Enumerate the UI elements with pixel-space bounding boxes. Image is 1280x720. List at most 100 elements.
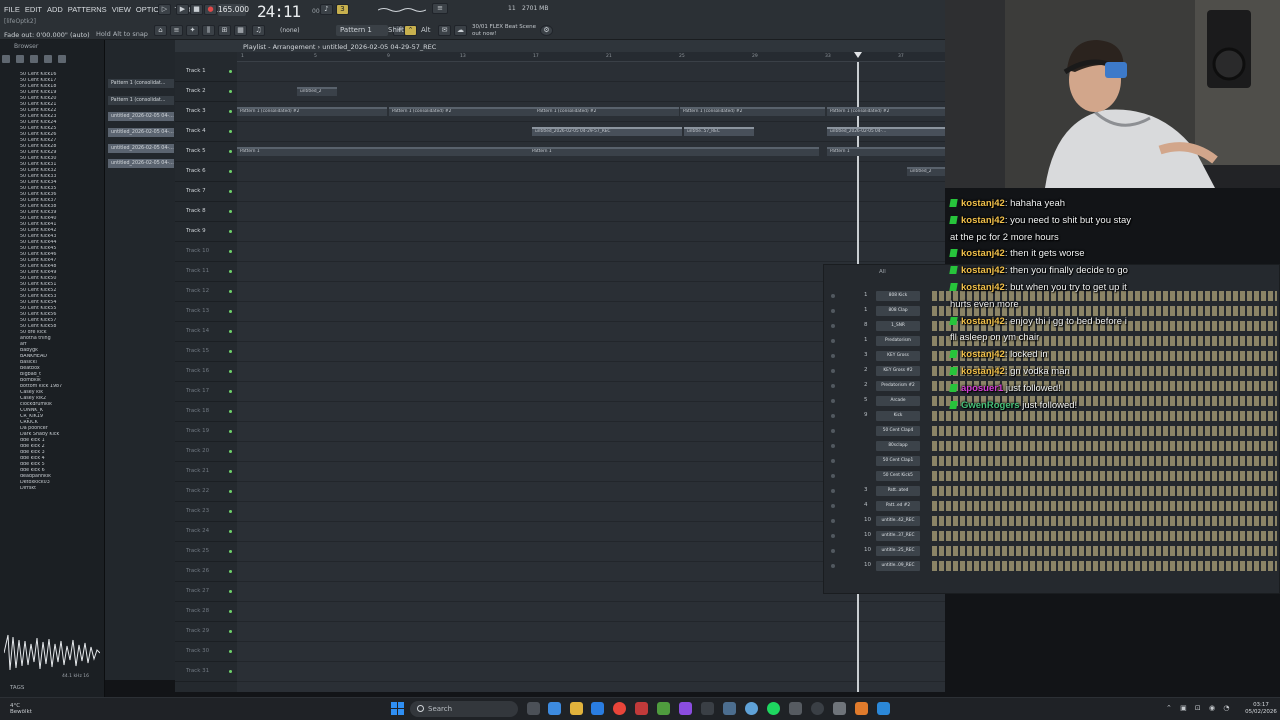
track-mute-led-icon[interactable] [229, 90, 232, 93]
track-header[interactable]: Track 4 [175, 122, 237, 142]
channel-led-icon[interactable] [831, 504, 835, 508]
track-lane[interactable] [237, 62, 945, 82]
menu-patterns[interactable]: PATTERNS [68, 5, 107, 14]
track-mute-led-icon[interactable] [229, 570, 232, 573]
track-mute-led-icon[interactable] [229, 170, 232, 173]
channel-name-button[interactable]: Predatorism #2 [876, 381, 920, 391]
playlist-clip[interactable]: Pattern 1 (consolidated) #2 [680, 107, 825, 116]
file-explorer-icon[interactable] [570, 702, 583, 715]
channel-mixer-track[interactable]: 2 [864, 382, 868, 388]
channel-mixer-track[interactable]: 4 [864, 502, 868, 508]
channel-led-icon[interactable] [831, 534, 835, 538]
playlist-clip[interactable]: Pattern 1 (consolidated) #2 [389, 107, 534, 116]
taskbar-clock[interactable]: 03:17 05/02/2026 [1243, 702, 1279, 716]
timeline-ruler[interactable]: 159131721252933374145 [237, 52, 1050, 62]
fl-studio-icon[interactable] [855, 702, 868, 715]
playlist-clip[interactable]: Pattern 1 [237, 147, 529, 156]
channel-mixer-track[interactable]: 10 [864, 532, 871, 538]
channel-led-icon[interactable] [831, 354, 835, 358]
app-icon[interactable] [833, 702, 846, 715]
channel-mixer-track[interactable]: 10 [864, 517, 871, 523]
playlist-clip[interactable]: Pattern 1 [529, 147, 819, 156]
track-mute-led-icon[interactable] [229, 330, 232, 333]
track-mute-led-icon[interactable] [229, 470, 232, 473]
track-header[interactable]: Track 3 [175, 102, 237, 122]
channel-name-button[interactable]: Patt..ated [876, 486, 920, 496]
track-mute-led-icon[interactable] [229, 130, 232, 133]
track-header[interactable]: Track 31 [175, 662, 237, 682]
track-header[interactable]: Track 26 [175, 562, 237, 582]
channel-led-icon[interactable] [831, 489, 835, 493]
channel-mixer-track[interactable]: 9 [864, 412, 868, 418]
channel-name-button[interactable]: Patt..ed #2 [876, 501, 920, 511]
channel-name-button[interactable]: untitle..42_REC [876, 516, 920, 526]
track-header[interactable]: Track 29 [175, 622, 237, 642]
playlist-clip[interactable]: Pattern 1 (consolidated) #2 [534, 107, 679, 116]
channel-name-button[interactable]: Predatorism [876, 336, 920, 346]
track-header[interactable]: Track 12 [175, 282, 237, 302]
tempo-display[interactable]: 165.000 [218, 4, 249, 16]
playlist-clip[interactable]: untitle..57_REC [684, 127, 754, 136]
track-mute-led-icon[interactable] [229, 590, 232, 593]
play-icon[interactable]: ▶ [176, 4, 189, 15]
menu-file[interactable]: FILE [4, 5, 20, 14]
track-header[interactable]: Track 9 [175, 222, 237, 242]
clip-source-item[interactable]: untitled_2026-02-05 04-... [108, 144, 174, 153]
piano-roll-icon[interactable]: ⊞ [218, 25, 231, 36]
wait-input-icon[interactable]: 3 [336, 4, 349, 15]
track-mute-led-icon[interactable] [229, 310, 232, 313]
step-sequencer[interactable] [932, 441, 1277, 451]
shift-modifier[interactable]: Shift [388, 26, 404, 34]
track-header[interactable]: Track 5 [175, 142, 237, 162]
channel-led-icon[interactable] [831, 564, 835, 568]
track-header[interactable]: Track 24 [175, 522, 237, 542]
channel-mixer-track[interactable]: 1 [864, 307, 868, 313]
track-header[interactable]: Track 21 [175, 462, 237, 482]
track-header[interactable]: Track 10 [175, 242, 237, 262]
task-view-icon[interactable] [527, 702, 540, 715]
track-lane[interactable] [237, 242, 945, 262]
track-mute-led-icon[interactable] [229, 250, 232, 253]
step-sequencer[interactable] [932, 486, 1277, 496]
clip-source-item[interactable]: untitled_2026-02-05 04-... [108, 159, 174, 168]
playhead-marker-icon[interactable] [854, 52, 862, 58]
menu-add[interactable]: ADD [47, 5, 63, 14]
track-header[interactable]: Track 18 [175, 402, 237, 422]
channel-name-button[interactable]: untitle..09_REC [876, 561, 920, 571]
playlist-clip[interactable]: Pattern 1 (consolidated) #2 [827, 107, 945, 116]
plugin-icon[interactable]: ✦ [186, 25, 199, 36]
track-mute-led-icon[interactable] [229, 370, 232, 373]
track-header[interactable]: Track 22 [175, 482, 237, 502]
step-sequencer[interactable] [932, 546, 1277, 556]
track-mute-led-icon[interactable] [229, 650, 232, 653]
track-mute-led-icon[interactable] [229, 610, 232, 613]
chrome-icon[interactable] [613, 702, 626, 715]
snap-magnet-icon[interactable]: ⌂ [154, 25, 167, 36]
channel-name-button[interactable]: KEY Gross [876, 351, 920, 361]
track-header[interactable]: Track 15 [175, 342, 237, 362]
channel-led-icon[interactable] [831, 369, 835, 373]
channel-led-icon[interactable] [831, 399, 835, 403]
playlist-clip[interactable]: untitled_2 [907, 167, 945, 176]
menu-view[interactable]: VIEW [112, 5, 131, 14]
settings-gear-icon[interactable]: ⚙ [540, 25, 553, 36]
track-header[interactable]: Track 14 [175, 322, 237, 342]
clip-source-item[interactable]: Pattern 1 (consolidat... [108, 96, 174, 105]
track-header[interactable]: Track 27 [175, 582, 237, 602]
channel-mixer-track[interactable]: 3 [864, 487, 868, 493]
channel-name-button[interactable]: Arcade [876, 396, 920, 406]
edge-icon[interactable] [591, 702, 604, 715]
track-lane[interactable] [237, 182, 945, 202]
news-ticker[interactable]: 30/01 FLEX Beat Scene out now! [472, 24, 542, 38]
track-header[interactable]: Track 17 [175, 382, 237, 402]
track-mute-led-icon[interactable] [229, 70, 232, 73]
windows-start-icon[interactable] [391, 702, 404, 715]
cloud-icon[interactable]: ☁ [454, 25, 467, 36]
browser-search-icon[interactable] [30, 55, 38, 63]
track-lane[interactable] [237, 622, 945, 642]
track-mute-led-icon[interactable] [229, 490, 232, 493]
track-mute-led-icon[interactable] [229, 290, 232, 293]
chat-icon[interactable]: ✉ [438, 25, 451, 36]
track-lane[interactable] [237, 162, 945, 182]
channel-led-icon[interactable] [831, 549, 835, 553]
